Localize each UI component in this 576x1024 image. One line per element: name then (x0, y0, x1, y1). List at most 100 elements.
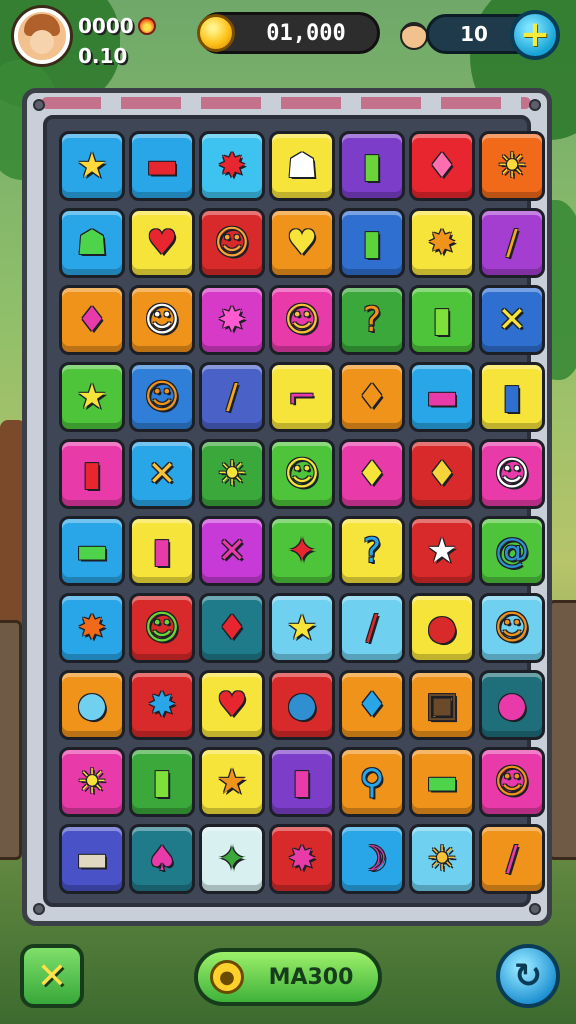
game-tile[interactable]: ▬ (59, 516, 125, 586)
add-lives-button[interactable]: + (510, 10, 560, 60)
tile-icon: ▬ (425, 762, 459, 802)
tile-icon: ● (77, 685, 107, 725)
tile-icon: ▬ (145, 146, 179, 186)
game-tile[interactable]: ☺ (129, 362, 195, 432)
tile-icon: @ (495, 531, 529, 571)
tile-icon: ★ (426, 531, 458, 571)
tile-icon: ▮ (502, 377, 522, 417)
game-tile[interactable]: ♠ (129, 824, 195, 894)
tile-icon: ▬ (425, 377, 459, 417)
game-tile[interactable]: ☗ (59, 208, 125, 278)
game-tile[interactable]: / (339, 593, 405, 663)
tile-icon: ☀ (496, 146, 528, 186)
game-tile[interactable]: ✸ (409, 208, 475, 278)
game-tile[interactable]: ★ (409, 516, 475, 586)
game-tile[interactable]: ▬ (129, 131, 195, 201)
game-tile[interactable]: ☺ (269, 285, 335, 355)
game-tile[interactable]: ☺ (479, 593, 545, 663)
game-board-frame: ★ ▬ ✸ ☗ ▮ ♦ ☀ ☗ ♥ ☺ ♥ ▮ ✸ / ♦ ☺ ✸ ☺? ▮ ✕ ★ ☺ / ⌐ ♦ ▬ ▮ ▮ ✕ ☀ ☺ ♦ ♦ ☺ ▬ ▮ ✕ ✦?… (22, 88, 552, 926)
player-score-top-value: 0000 (78, 14, 134, 38)
game-tile[interactable]: ● (479, 670, 545, 740)
game-tile[interactable]: ⌐ (269, 362, 335, 432)
refresh-button[interactable]: ↻ (496, 944, 560, 1008)
lives-value: 10 (460, 22, 488, 46)
game-tile[interactable]: ▮ (339, 208, 405, 278)
game-tile[interactable]: ✦ (199, 824, 265, 894)
game-tile[interactable]: ✕ (199, 516, 265, 586)
game-tile[interactable]: ▣ (409, 670, 475, 740)
game-tile[interactable]: ⚲ (339, 747, 405, 817)
game-tile[interactable]: ☺ (129, 593, 195, 663)
game-tile[interactable]: ▬ (409, 747, 475, 817)
game-tile[interactable]: ♦ (409, 131, 475, 201)
game-tile[interactable]: ✕ (129, 439, 195, 509)
game-tile[interactable]: ● (409, 593, 475, 663)
game-tile[interactable]: @ (479, 516, 545, 586)
game-tile[interactable]: ♦ (59, 285, 125, 355)
game-tile[interactable]: ☀ (59, 747, 125, 817)
game-tile[interactable]: ★ (269, 593, 335, 663)
game-tile[interactable]: ? (339, 516, 405, 586)
game-tile[interactable]: ▬ (59, 824, 125, 894)
game-tile[interactable]: ★ (59, 362, 125, 432)
tile-icon: ♥ (286, 223, 318, 263)
tile-icon: / (506, 839, 518, 879)
tile-icon: ? (362, 531, 382, 571)
tile-icon: ● (497, 685, 527, 725)
game-tile[interactable]: / (199, 362, 265, 432)
game-tile[interactable]: ▮ (129, 516, 195, 586)
game-tile[interactable]: ♦ (409, 439, 475, 509)
game-tile[interactable]: ▮ (479, 362, 545, 432)
game-tile[interactable]: ✸ (199, 285, 265, 355)
bolt-icon (33, 903, 45, 915)
game-tile[interactable]: ● (59, 670, 125, 740)
game-tile[interactable]: ✸ (199, 131, 265, 201)
game-tile[interactable]: ☺ (199, 208, 265, 278)
tile-icon: ♦ (426, 454, 458, 494)
game-tile[interactable]: ☀ (199, 439, 265, 509)
game-tile[interactable]: ✦ (269, 516, 335, 586)
game-tile[interactable]: / (479, 208, 545, 278)
tile-icon: ♦ (356, 685, 388, 725)
game-tile[interactable]: ☺ (269, 439, 335, 509)
game-tile[interactable]: ✕ (479, 285, 545, 355)
tile-icon: ✸ (147, 685, 177, 725)
game-tile[interactable]: ♦ (339, 439, 405, 509)
tile-icon: ★ (76, 146, 108, 186)
game-tile[interactable]: ? (339, 285, 405, 355)
game-tile[interactable]: ▮ (129, 747, 195, 817)
game-tile[interactable]: ☀ (409, 824, 475, 894)
game-tile[interactable]: ☺ (479, 747, 545, 817)
game-tile[interactable]: ♥ (199, 670, 265, 740)
game-tile[interactable]: ▮ (59, 439, 125, 509)
tile-icon: ▮ (152, 762, 172, 802)
game-tile[interactable]: ♥ (269, 208, 335, 278)
booster-icon: ● (210, 960, 244, 994)
game-tile[interactable]: ▮ (269, 747, 335, 817)
game-tile[interactable]: ☗ (269, 131, 335, 201)
game-tile[interactable]: ♦ (199, 593, 265, 663)
game-tile[interactable]: ☺ (479, 439, 545, 509)
game-tile[interactable]: ✸ (269, 824, 335, 894)
game-tile[interactable]: ♦ (339, 362, 405, 432)
game-tile[interactable]: ● (269, 670, 335, 740)
player-avatar[interactable] (14, 8, 70, 64)
game-tile[interactable]: ★ (59, 131, 125, 201)
main-action-button[interactable]: ● MA300 (194, 948, 382, 1006)
game-tile[interactable]: ☀ (479, 131, 545, 201)
hammer-booster-button[interactable]: ✕ (20, 944, 84, 1008)
game-tile[interactable]: ✸ (129, 670, 195, 740)
game-tile[interactable]: ♦ (339, 670, 405, 740)
game-tile[interactable]: ▮ (409, 285, 475, 355)
tile-icon: ☺ (284, 300, 320, 340)
game-tile[interactable]: ★ (199, 747, 265, 817)
game-tile[interactable]: ▮ (339, 131, 405, 201)
game-tile[interactable]: ☽ (339, 824, 405, 894)
game-tile[interactable]: ☺ (129, 285, 195, 355)
tile-icon: ☗ (286, 146, 318, 186)
game-tile[interactable]: ✸ (59, 593, 125, 663)
tile-icon: ☺ (494, 608, 530, 648)
game-tile[interactable]: / (479, 824, 545, 894)
game-tile[interactable]: ▬ (409, 362, 475, 432)
game-tile[interactable]: ♥ (129, 208, 195, 278)
